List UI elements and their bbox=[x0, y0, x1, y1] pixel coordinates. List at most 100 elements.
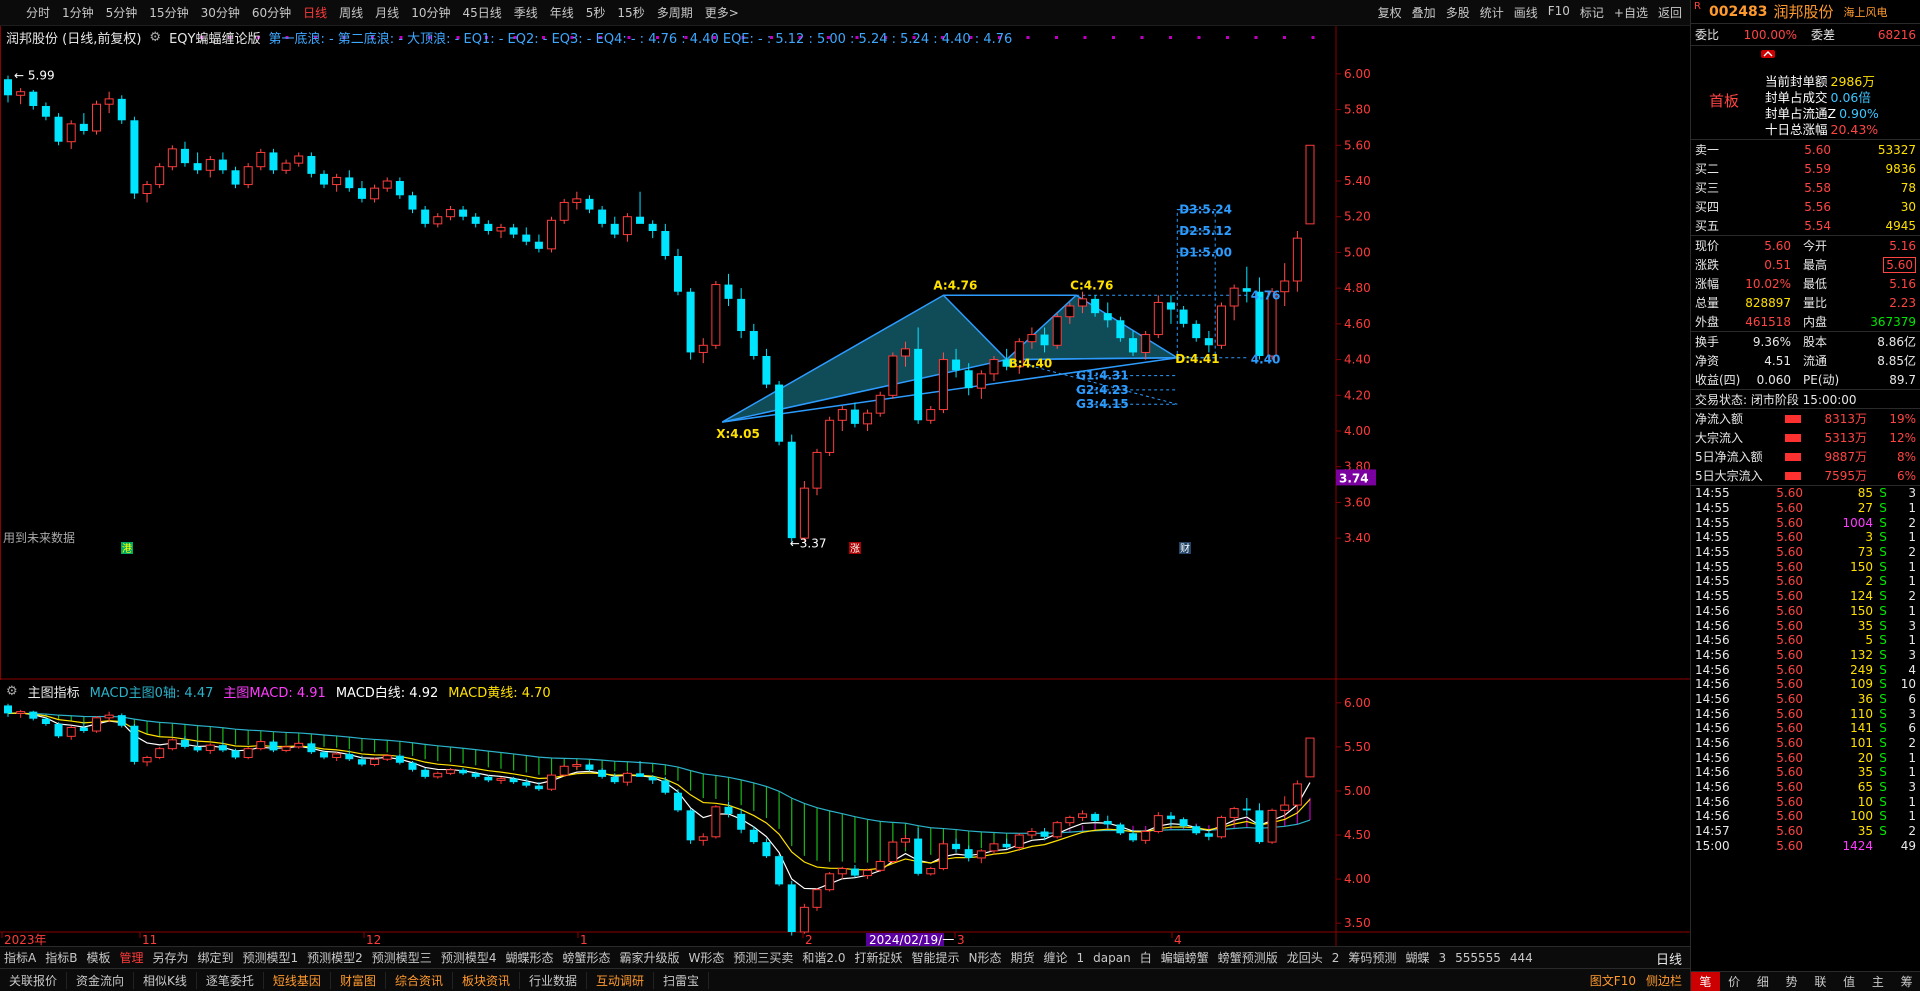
indicator-tab[interactable]: 筹码预测 bbox=[1348, 949, 1396, 966]
kline-canvas[interactable]: 6.00 5.80 5.60 5.40 5.20 5.00 4.80 4.60 4.40 4.20… bbox=[0, 26, 1690, 680]
panel-tab[interactable]: 联 bbox=[1806, 972, 1835, 991]
panel-tab[interactable]: 价 bbox=[1720, 972, 1749, 991]
indicator-tab[interactable]: 缠论 bbox=[1044, 949, 1068, 966]
indicator-tab[interactable]: 指标A bbox=[4, 949, 36, 966]
panel-tab[interactable]: 值 bbox=[1835, 972, 1864, 991]
panel-tab[interactable]: 主 bbox=[1864, 972, 1893, 991]
book-row[interactable]: 买二 5.59 9836 bbox=[1691, 159, 1920, 178]
period-tab[interactable]: 30分钟 bbox=[201, 4, 240, 21]
bottom-tab[interactable]: 扫雷宝 bbox=[654, 971, 710, 989]
indicator-tab[interactable]: 智能提示 bbox=[912, 949, 960, 966]
gear-icon[interactable]: ⚙ bbox=[6, 684, 18, 699]
tick-side: S bbox=[1879, 662, 1887, 677]
period-tab[interactable]: 5秒 bbox=[586, 4, 606, 21]
book-row[interactable]: 卖一 5.60 53327 bbox=[1691, 140, 1920, 159]
panel-tab[interactable]: 笔 bbox=[1691, 972, 1720, 991]
tick-price: 5.60 bbox=[1776, 736, 1803, 751]
chart-tool-button[interactable]: 画线 bbox=[1514, 4, 1538, 21]
chart-tool-button[interactable]: +自选 bbox=[1614, 4, 1648, 21]
indicator-tab[interactable]: 444 bbox=[1510, 951, 1533, 965]
indicator-tab[interactable]: 螃蟹形态 bbox=[562, 949, 610, 966]
period-tab[interactable]: 5分钟 bbox=[106, 4, 138, 21]
indicator-tab[interactable]: 霸家升级版 bbox=[619, 949, 679, 966]
chart-tool-button[interactable]: 复权 bbox=[1378, 4, 1402, 21]
bottom-tab[interactable]: 财富图 bbox=[331, 971, 386, 989]
indicator-tab[interactable]: 龙回头 bbox=[1287, 949, 1323, 966]
period-tab[interactable]: 多周期 bbox=[657, 4, 693, 21]
panel-tab[interactable]: 势 bbox=[1777, 972, 1806, 991]
indicator-tab[interactable]: 和谐2.0 bbox=[802, 949, 845, 966]
chevron-up-icon[interactable] bbox=[1761, 50, 1775, 58]
indicator-tab[interactable]: 1 bbox=[1077, 951, 1085, 965]
indicator-tab[interactable]: 绑定到 bbox=[198, 949, 234, 966]
indicator-tab[interactable]: 蝙蝠螃蟹 bbox=[1161, 949, 1209, 966]
chart-tool-button[interactable]: 叠加 bbox=[1412, 4, 1436, 21]
bottom-tab[interactable]: 行业数据 bbox=[520, 971, 587, 989]
indicator-tab[interactable]: 3 bbox=[1438, 951, 1446, 965]
indicator-tab[interactable]: 2 bbox=[1332, 951, 1340, 965]
bottom-right-button[interactable]: 侧边栏 bbox=[1646, 972, 1682, 989]
gear-icon[interactable]: ⚙ bbox=[149, 30, 161, 45]
indicator-tab[interactable]: 预测模型4 bbox=[441, 949, 497, 966]
indicator-tab[interactable]: W形态 bbox=[689, 949, 725, 966]
panel-tab[interactable]: 细 bbox=[1749, 972, 1778, 991]
sub-title[interactable]: 主图指标 bbox=[28, 682, 80, 701]
indicator-tab[interactable]: 555555 bbox=[1455, 951, 1501, 965]
period-tab[interactable]: 季线 bbox=[514, 4, 538, 21]
bottom-right-button[interactable]: 图文F10 bbox=[1590, 972, 1636, 989]
indicator-tab[interactable]: 指标B bbox=[45, 949, 77, 966]
indicator-tab[interactable]: 预测模型1 bbox=[243, 949, 299, 966]
chart-tool-button[interactable]: F10 bbox=[1548, 4, 1570, 21]
period-tab[interactable]: 分时 bbox=[26, 4, 50, 21]
bottom-tab[interactable]: 逐笔委托 bbox=[197, 971, 264, 989]
indicator-tab[interactable]: dapan bbox=[1093, 951, 1131, 965]
indicator-tab[interactable]: 打新捉妖 bbox=[854, 949, 902, 966]
bottom-tab[interactable]: 资金流向 bbox=[67, 971, 135, 989]
period-tab[interactable]: 15分钟 bbox=[149, 4, 188, 21]
indicator-tab[interactable]: 另存为 bbox=[152, 949, 188, 966]
bottom-tab[interactable]: 综合资讯 bbox=[386, 971, 453, 989]
indicator-tab[interactable]: 预测模型2 bbox=[307, 949, 363, 966]
period-tab[interactable]: 1分钟 bbox=[62, 4, 94, 21]
period-tab[interactable]: 45日线 bbox=[462, 4, 501, 21]
indicator-tab[interactable]: 预测模型三 bbox=[372, 949, 432, 966]
panel-tab[interactable]: 筹 bbox=[1892, 972, 1920, 991]
indicator-tab[interactable]: 蝴蝶形态 bbox=[505, 949, 553, 966]
book-row[interactable]: 买五 5.54 4945 bbox=[1691, 216, 1920, 235]
indicator-tab[interactable]: 预测三买卖 bbox=[733, 949, 793, 966]
period-tab[interactable]: 15秒 bbox=[617, 4, 644, 21]
bottom-tab[interactable]: 互动调研 bbox=[587, 971, 655, 989]
period-tab[interactable]: 更多> bbox=[705, 4, 739, 21]
sub-indicator-chart[interactable]: 6.00 5.50 5.00 4.50 4.00 3.50 2023年 11 12 1 2 2024/… bbox=[0, 680, 1690, 947]
indicator-tab[interactable]: 期货 bbox=[1011, 949, 1035, 966]
indicator-tab[interactable]: 管理 bbox=[119, 949, 143, 966]
period-tab[interactable]: 周线 bbox=[339, 4, 363, 21]
indicator-tab[interactable]: N形态 bbox=[969, 949, 1002, 966]
indicator-tab[interactable]: 蝴蝶 bbox=[1405, 949, 1429, 966]
period-tab[interactable]: 月线 bbox=[375, 4, 399, 21]
tick-list[interactable]: 14:55 5.60 85 S 3 14:55 5.60 27 S 1 14:55 5.60 1004 S… bbox=[1691, 486, 1920, 853]
bottom-tab[interactable]: 短线基因 bbox=[264, 971, 331, 989]
bottom-tab[interactable]: 板块资讯 bbox=[453, 971, 520, 989]
indicator-tab[interactable]: 螃蟹预测版 bbox=[1218, 949, 1278, 966]
date-label: 4 bbox=[1174, 933, 1182, 946]
bottom-tab[interactable]: 相似K线 bbox=[134, 971, 197, 989]
chart-tool-button[interactable]: 返回 bbox=[1658, 4, 1682, 21]
indicator-tab[interactable]: 模板 bbox=[86, 949, 110, 966]
chart-tool-button[interactable]: 统计 bbox=[1480, 4, 1504, 21]
indicator-name[interactable]: EQY蝙蝠缠论版 bbox=[169, 28, 260, 47]
period-tab[interactable]: 年线 bbox=[550, 4, 574, 21]
concept-tag[interactable]: 海上风电 bbox=[1843, 4, 1887, 20]
chart-tool-button[interactable]: 标记 bbox=[1580, 4, 1604, 21]
macd-canvas[interactable]: 6.005.505.004.504.003.502023年 11 12 1 2 2024/… bbox=[0, 680, 1690, 947]
period-tab[interactable]: 60分钟 bbox=[252, 4, 291, 21]
main-kline-chart[interactable]: 6.00 5.80 5.60 5.40 5.20 5.00 4.80 4.60 4.40 4.20… bbox=[0, 26, 1690, 680]
book-row[interactable]: 买三 5.58 78 bbox=[1691, 178, 1920, 197]
chart-tool-button[interactable]: 多股 bbox=[1446, 4, 1470, 21]
indicator-tab[interactable]: 白 bbox=[1140, 949, 1152, 966]
stock-name[interactable]: 润邦股份 bbox=[1773, 1, 1833, 22]
book-row[interactable]: 买四 5.56 30 bbox=[1691, 197, 1920, 216]
bottom-tab[interactable]: 关联报价 bbox=[0, 971, 68, 989]
period-tab[interactable]: 10分钟 bbox=[411, 4, 450, 21]
period-tab[interactable]: 日线 bbox=[303, 4, 327, 21]
